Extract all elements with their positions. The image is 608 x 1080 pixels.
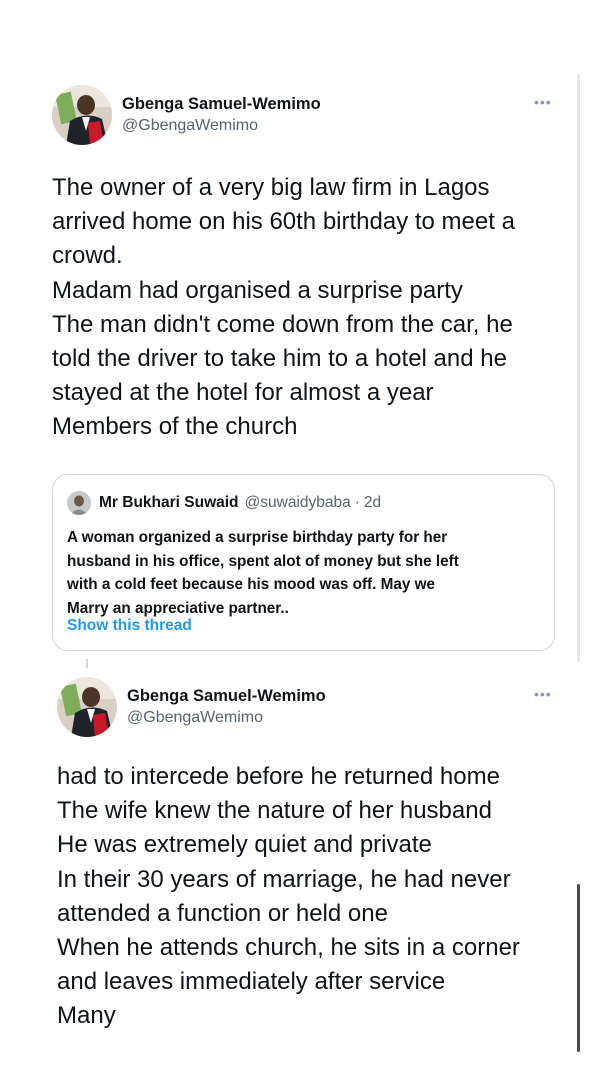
tweet-header: Gbenga Samuel-Wemimo @GbengaWemimo — [52, 85, 321, 145]
tweet-line: The owner of a very big law firm in Lago… — [52, 174, 490, 201]
show-thread-link[interactable]: Show this thread — [67, 617, 192, 635]
avatar-image — [52, 85, 112, 145]
tweet-line: crowd. — [52, 242, 123, 270]
tweet-line: Madam had organised a surprise party — [52, 276, 463, 304]
quoted-avatar — [67, 491, 91, 515]
author-names: Gbenga Samuel-Wemimo @GbengaWemimo — [122, 94, 321, 136]
tweet-line: When he attends church, he sits in a cor… — [57, 934, 520, 962]
tweet-line: The man didn't come down from the car, h… — [52, 310, 513, 338]
quoted-tweet-header: Mr Bukhari Suwaid @suwaidybaba · 2d — [67, 491, 381, 515]
thread-connector-line — [86, 659, 88, 668]
display-name[interactable]: Gbenga Samuel-Wemimo — [127, 686, 326, 707]
tweet-text: had to intercede before he returned home… — [57, 760, 520, 1034]
tweet-line: He was extremely quiet and private — [57, 831, 432, 859]
scrollbar-thumb[interactable] — [577, 884, 580, 1052]
tweet-line: The wife knew the nature of her husband — [57, 797, 492, 825]
scrollbar-track[interactable] — [577, 74, 580, 662]
quoted-user-handle: @suwaidybaba — [244, 494, 351, 511]
tweet-line: told the driver to take him to a hotel a… — [52, 345, 507, 373]
tweet-line: attended a function or held one — [57, 899, 388, 927]
more-horizontal-icon[interactable]: ••• — [534, 686, 552, 702]
user-handle[interactable]: @GbengaWemimo — [122, 115, 321, 136]
tweet-line: had to intercede before he returned home — [57, 763, 500, 790]
avatar[interactable] — [57, 677, 117, 737]
quoted-timestamp: 2d — [363, 494, 382, 511]
tweet-line: arrived home on his 60th birthday to mee… — [52, 208, 515, 236]
display-name[interactable]: Gbenga Samuel-Wemimo — [122, 94, 321, 115]
quoted-display-name: Mr Bukhari Suwaid — [99, 494, 239, 511]
tweet-line: Members of the church — [52, 413, 298, 441]
avatar-image — [57, 677, 117, 737]
author-names: Gbenga Samuel-Wemimo @GbengaWemimo — [127, 686, 326, 728]
separator-dot: · — [354, 494, 360, 511]
quoted-tweet-text: A woman organized a surprise birthday pa… — [67, 526, 459, 620]
more-horizontal-icon[interactable]: ••• — [534, 94, 552, 110]
quoted-line: A woman organized a surprise birthday pa… — [67, 529, 448, 546]
tweet-line: stayed at the hotel for almost a year — [52, 379, 434, 407]
quoted-avatar-image — [67, 491, 91, 515]
avatar[interactable] — [52, 85, 112, 145]
quoted-line: with a cold feet because his mood was of… — [67, 576, 436, 593]
tweet-line: and leaves immediately after service — [57, 968, 446, 996]
tweet-line: Many — [57, 1002, 116, 1030]
quoted-tweet-card[interactable]: Mr Bukhari Suwaid @suwaidybaba · 2d A wo… — [52, 474, 555, 651]
quoted-line: husband in his office, spent alot of mon… — [67, 552, 459, 570]
tweet-text: The owner of a very big law firm in Lago… — [52, 171, 515, 445]
tweet-line: In their 30 years of marriage, he had ne… — [57, 865, 511, 893]
user-handle[interactable]: @GbengaWemimo — [127, 707, 326, 728]
tweet-header: Gbenga Samuel-Wemimo @GbengaWemimo — [57, 677, 326, 737]
